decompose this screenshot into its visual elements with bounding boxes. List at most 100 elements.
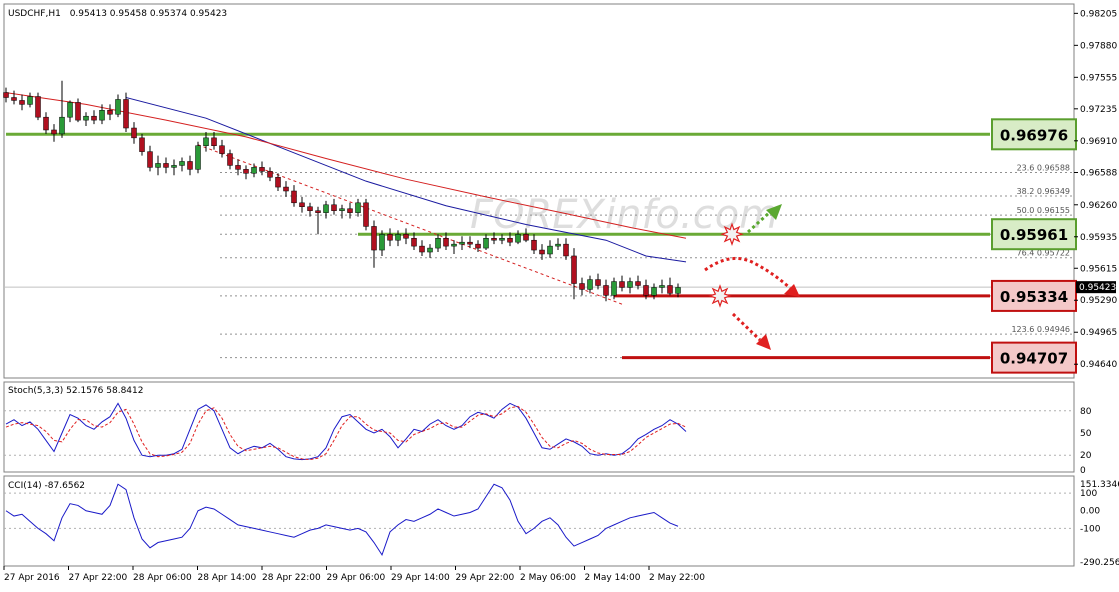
candle-body <box>219 145 225 154</box>
price-tick-label: 0.94640 <box>1080 360 1117 370</box>
candle-body <box>275 176 281 188</box>
candle-body <box>195 145 201 170</box>
stoch-axis: 80 50 20 0 <box>1080 407 1092 476</box>
candle-body <box>171 165 177 168</box>
level-value: 0.95961 <box>1000 226 1068 244</box>
time-tick-label: 29 Apr 22:00 <box>456 573 515 583</box>
candle-body <box>491 237 497 241</box>
candle-body <box>211 137 217 146</box>
price-tick-label: 0.96588 <box>1080 168 1117 178</box>
chart-symbol-header: USDCHF,H1 0.95413 0.95458 0.95374 0.9542… <box>8 9 227 19</box>
candle-body <box>659 285 665 288</box>
candle-body <box>163 163 169 168</box>
candle-body <box>179 161 185 166</box>
candle-body <box>403 234 409 239</box>
candle-body <box>83 115 89 121</box>
stoch-tick-label: 20 <box>1080 451 1092 461</box>
cci-axis: 151.33461000.00-100-290.2563 <box>1080 480 1119 568</box>
candle-body <box>259 167 265 172</box>
candle-body <box>227 153 233 166</box>
candle-body <box>499 237 505 241</box>
cci-tick-label: -100 <box>1080 524 1101 534</box>
candle-body <box>323 204 329 213</box>
level-value: 0.94707 <box>1000 350 1068 368</box>
time-tick-label: 28 Apr 22:00 <box>262 573 321 583</box>
candle-body <box>67 102 73 118</box>
candle-body <box>539 249 545 255</box>
candle-body <box>427 247 433 253</box>
level-value: 0.95334 <box>1000 288 1068 306</box>
chart-canvas[interactable]: FOREXinfo.com 23.6 0.9658838.2 0.9634950… <box>0 0 1119 588</box>
candle-body <box>51 129 57 135</box>
candle-body <box>571 255 577 284</box>
candle-body <box>619 281 625 288</box>
price-tick-label: 0.96910 <box>1080 137 1117 147</box>
fib-label: 38.2 0.96349 <box>1017 187 1070 196</box>
candle-body <box>379 234 385 251</box>
time-tick-label: 2 May 14:00 <box>585 573 641 583</box>
candle-body <box>635 281 641 286</box>
candle-body <box>363 202 369 227</box>
candle-body <box>451 243 457 247</box>
candle-body <box>435 237 441 249</box>
candle-body <box>595 279 601 286</box>
burst-marker <box>720 222 744 246</box>
candle-body <box>27 96 33 105</box>
candle-body <box>459 241 465 245</box>
candle-body <box>131 127 137 139</box>
price-tick-label: 0.97235 <box>1080 105 1117 115</box>
candle <box>35 92 41 121</box>
candle-body <box>11 97 17 101</box>
candle-body <box>155 163 161 168</box>
stoch-tick-label: 80 <box>1080 407 1092 417</box>
candle-body <box>123 99 129 129</box>
candle-body <box>547 245 553 255</box>
candle-body <box>563 243 569 257</box>
candle-body <box>251 167 257 174</box>
price-axis: 0.98205 0.97880 0.97555 0.97235 0.96910 0.965… <box>1074 9 1117 370</box>
stoch-header: Stoch(5,3,3) 52.1576 58.8412 <box>8 386 143 396</box>
cci-header: CCI(14) -87.6562 <box>8 481 85 491</box>
candle-body <box>3 92 9 98</box>
candle-body <box>107 110 113 115</box>
level-value: 0.96976 <box>1000 126 1068 144</box>
price-tick-label: 0.97555 <box>1080 73 1117 83</box>
candle-body <box>587 279 593 290</box>
fib-label: 50.0 0.96155 <box>1017 206 1070 215</box>
candle-body <box>411 237 417 247</box>
candle-body <box>299 202 305 207</box>
candle-body <box>267 171 273 178</box>
candle-body <box>291 190 297 204</box>
candle <box>195 141 201 174</box>
candle-body <box>675 287 681 294</box>
time-axis: 27 Apr 2016 27 Apr 22:00 28 Apr 06:00 28 Ap… <box>3 566 705 583</box>
symbol-label: USDCHF,H1 <box>8 9 61 19</box>
candle-body <box>147 151 153 168</box>
candle-body <box>355 202 361 213</box>
burst-marker <box>708 284 732 308</box>
candle-body <box>75 102 81 121</box>
stoch-tick-label: 50 <box>1080 429 1092 439</box>
candle-body <box>187 161 193 170</box>
candle-body <box>395 234 401 241</box>
candle-body <box>283 186 289 192</box>
candle-body <box>115 99 121 115</box>
time-tick-label: 27 Apr 22:00 <box>69 573 128 583</box>
time-tick-label: 27 Apr 2016 <box>4 573 60 583</box>
candle-body <box>347 208 353 213</box>
cci-panel <box>3 475 1075 567</box>
candle-body <box>307 206 313 211</box>
price-tick-label: 0.96260 <box>1080 201 1117 211</box>
chart-window: FOREXinfo.com 23.6 0.96588 38.2 0.96349 50… <box>0 0 1119 588</box>
candle-body <box>203 137 209 146</box>
candle-body <box>475 243 481 249</box>
candle-body <box>139 137 145 152</box>
candle-body <box>99 110 105 121</box>
candle-body <box>331 204 337 211</box>
candle-body <box>467 241 473 245</box>
candle-body <box>59 116 65 135</box>
candle-body <box>43 116 49 131</box>
candle-body <box>91 115 97 121</box>
fib-label: 23.6 0.96588 <box>1017 163 1070 172</box>
candle-body <box>371 226 377 251</box>
